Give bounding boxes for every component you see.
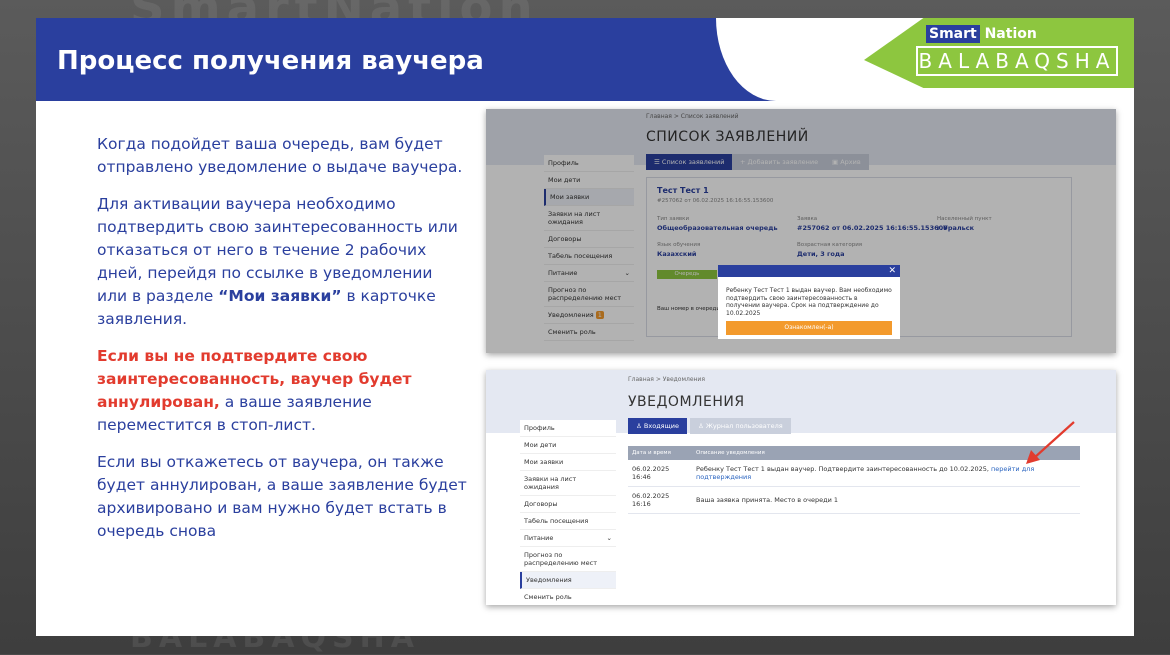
sidebar-item-forecast[interactable]: Прогноз по распределению мест — [520, 547, 616, 572]
column-date: Дата и время — [628, 446, 692, 460]
paragraph-3: Если вы не подтвердите свою заинтересова… — [97, 347, 412, 434]
sidebar-item-profile[interactable]: Профиль — [520, 420, 616, 437]
logo-balabaqsha: BALABAQSHA — [916, 46, 1118, 76]
page-title: УВЕДОМЛЕНИЯ — [628, 394, 745, 410]
screenshot-application-list: Главная > Список заявлений СПИСОК ЗАЯВЛЕ… — [486, 109, 1116, 353]
sidebar-item-waitlist[interactable]: Заявки на лист ожидания — [520, 471, 616, 496]
sidebar: Профиль Мои дети Мои заявки Заявки на ли… — [520, 420, 616, 605]
logo-smart: Smart — [926, 25, 980, 43]
sidebar-item-nutrition[interactable]: Питание ⌄ — [520, 530, 616, 547]
sidebar-item-attendance[interactable]: Табель посещения — [520, 513, 616, 530]
table-row: 06.02.2025 16:46 Ребенку Тест Тест 1 выд… — [628, 460, 1080, 487]
slide-title: Процесс получения ваучера — [57, 46, 484, 76]
smartnation-logo: Smart Nation BALABAQSHA — [916, 25, 1118, 78]
notifications-table: Дата и время Описание уведомления 06.02.… — [628, 446, 1080, 514]
user-icon: ♙ — [636, 422, 642, 430]
sidebar-item-applications[interactable]: Мои заявки — [520, 454, 616, 471]
instructions-text: Когда подойдет ваша очередь, вам будет о… — [97, 133, 467, 557]
sidebar-item-switch-role[interactable]: Сменить роль — [520, 589, 616, 605]
sidebar-item-notifications[interactable]: Уведомления — [520, 572, 616, 589]
acknowledge-button[interactable]: Ознакомлен(-а) — [726, 321, 892, 335]
tab-user-log[interactable]: ♙ Журнал пользователя — [690, 418, 791, 434]
voucher-modal: ✕ Ребенку Тест Тест 1 выдан ваучер. Вам … — [718, 265, 900, 339]
breadcrumb: Главная > Уведомления — [628, 376, 705, 383]
modal-message: Ребенку Тест Тест 1 выдан ваучер. Вам не… — [726, 287, 892, 317]
chevron-down-icon: ⌄ — [606, 534, 612, 542]
red-arrow-icon — [1026, 421, 1075, 464]
tab-inbox[interactable]: ♙ Входящие — [628, 418, 687, 434]
sidebar-item-children[interactable]: Мои дети — [520, 437, 616, 454]
screenshot-notifications: Главная > Уведомления УВЕДОМЛЕНИЯ ♙ Вход… — [486, 370, 1116, 605]
slide: Процесс получения ваучера Smart Nation B… — [36, 18, 1134, 636]
close-icon[interactable]: ✕ — [888, 265, 896, 277]
paragraph-2: Для активации ваучера необходимо подтвер… — [97, 195, 458, 328]
paragraph-1: Когда подойдет ваша очередь, вам будет о… — [97, 135, 463, 176]
user-icon: ♙ — [698, 422, 704, 430]
logo-nation: Nation — [984, 26, 1037, 42]
sidebar-item-contracts[interactable]: Договоры — [520, 496, 616, 513]
table-row: 06.02.2025 16:16 Ваша заявка принята. Ме… — [628, 486, 1080, 514]
paragraph-4: Если вы откажетесь от ваучера, он также … — [97, 453, 467, 540]
my-applications-ref: “Мои заявки” — [218, 287, 342, 305]
